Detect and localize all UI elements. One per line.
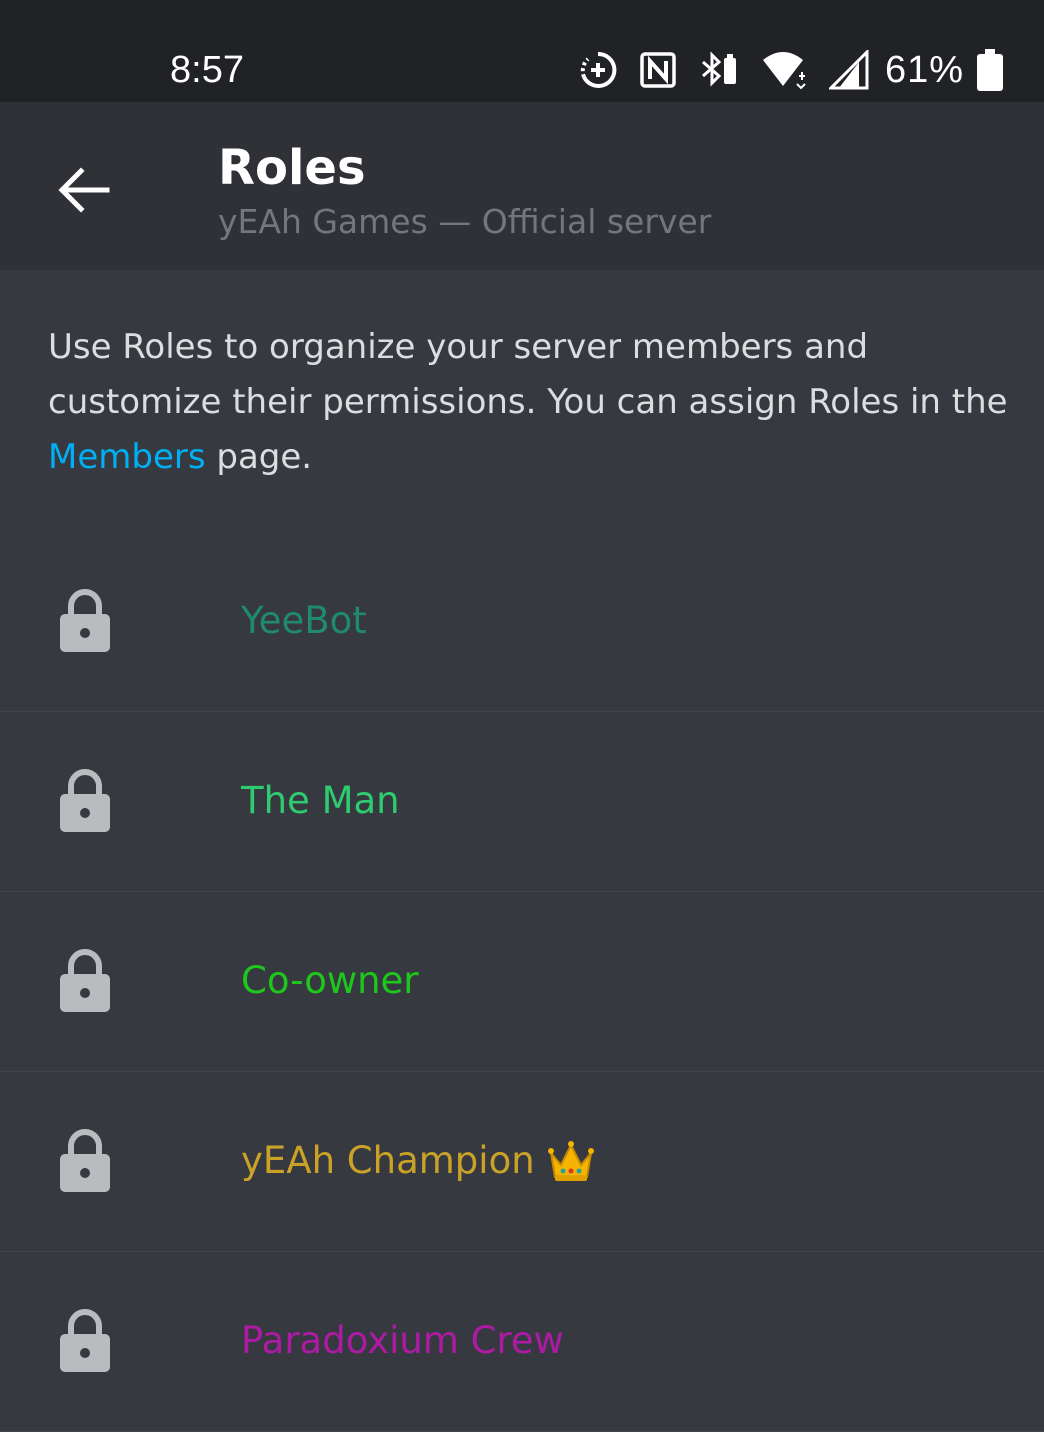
- bluetooth-icon: [699, 50, 739, 90]
- role-item-the-man[interactable]: The Man: [0, 712, 1044, 892]
- role-label: Paradoxium Crew: [241, 1319, 564, 1362]
- cell-signal-icon: [828, 50, 869, 90]
- battery-percent: 61%: [884, 48, 964, 91]
- lock-icon: [60, 1129, 110, 1192]
- role-item-paradoxium-crew[interactable]: Paradoxium Crew: [0, 1252, 1044, 1432]
- lock-icon: [60, 949, 110, 1012]
- role-name: YeeBot: [241, 598, 367, 644]
- back-arrow-icon: [58, 167, 110, 213]
- wifi-icon: [761, 50, 807, 90]
- description-text-2: page.: [205, 437, 313, 477]
- crown-icon: [547, 1139, 595, 1183]
- role-item-co-owner[interactable]: Co-owner: [0, 892, 1044, 1072]
- page-title: Roles: [218, 140, 366, 196]
- role-item-yeebot[interactable]: YeeBot: [0, 532, 1044, 712]
- nfc-icon: [639, 51, 677, 89]
- roles-description: Use Roles to organize your server member…: [48, 320, 1008, 485]
- status-icons: 61%: [557, 46, 1004, 94]
- role-name: yEAh Champion: [241, 1138, 595, 1184]
- role-label: YeeBot: [241, 599, 367, 642]
- role-label: The Man: [241, 779, 400, 822]
- role-name: Paradoxium Crew: [241, 1318, 564, 1364]
- data-saver-icon: [579, 51, 617, 89]
- app-header: Roles yEAh Games — Official server: [0, 102, 1044, 270]
- status-bar: 8:57 61%: [0, 0, 1044, 102]
- lock-icon: [60, 769, 110, 832]
- lock-icon: [60, 589, 110, 652]
- role-name: The Man: [241, 778, 400, 824]
- page-subtitle: yEAh Games — Official server: [218, 202, 712, 241]
- members-link[interactable]: Members: [48, 437, 206, 477]
- roles-list: YeeBot The Man Co-owner yEAh Champion Pa…: [0, 532, 1044, 1432]
- back-button[interactable]: [52, 158, 116, 222]
- role-item-yeah-champion[interactable]: yEAh Champion: [0, 1072, 1044, 1252]
- role-label: Co-owner: [241, 959, 419, 1002]
- lock-icon: [60, 1309, 110, 1372]
- role-name: Co-owner: [241, 958, 419, 1004]
- description-text-1: Use Roles to organize your server member…: [48, 327, 1008, 422]
- battery-icon: [976, 49, 1004, 91]
- role-label: yEAh Champion: [241, 1139, 535, 1182]
- status-time: 8:57: [170, 49, 244, 91]
